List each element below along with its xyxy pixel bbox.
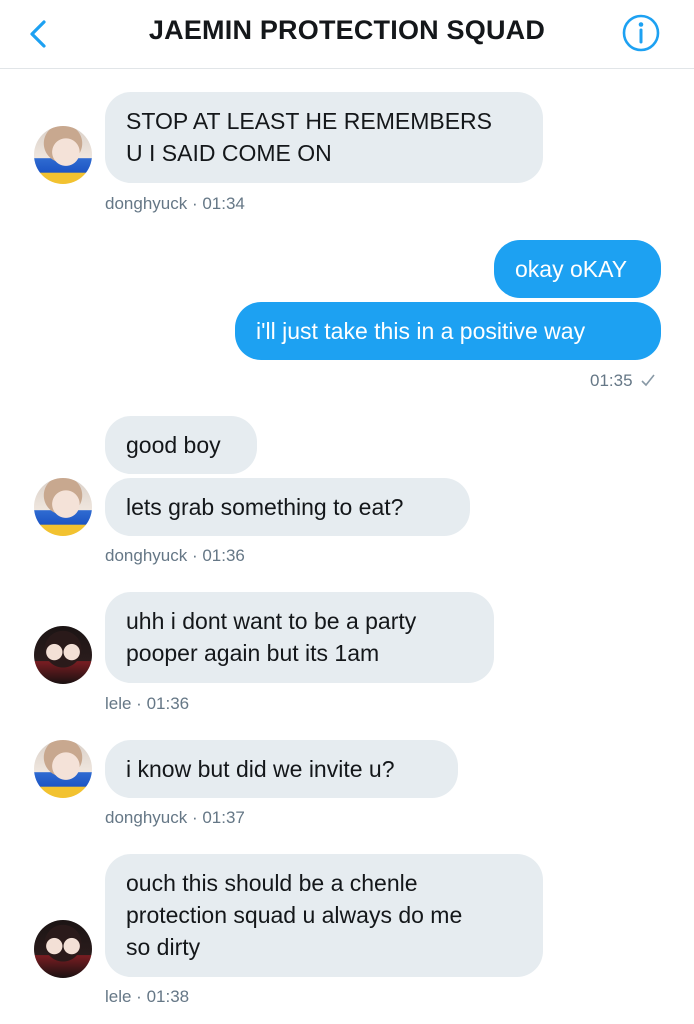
avatar-donghyuck[interactable] [34,126,92,184]
message-bubble-incoming[interactable]: STOP AT LEAST HE REMEMBERS U I SAID COME… [105,92,543,183]
avatar-donghyuck[interactable] [34,740,92,798]
message-bubble-incoming[interactable]: i know but did we invite u? [105,740,458,798]
message-meta: donghyuck · 01:34 [105,194,245,213]
avatar-donghyuck[interactable] [34,478,92,536]
avatar-lele[interactable] [34,626,92,684]
message-meta: lele · 01:36 [105,694,190,713]
message-bubble-incoming[interactable]: ouch this should be a chenle protection … [105,854,543,977]
message-bubble-incoming[interactable]: good boy [105,416,257,474]
conversation-header: JAEMIN PROTECTION SQUAD [0,0,694,69]
conversation-title: JAEMIN PROTECTION SQUAD [148,15,546,45]
checkmark-icon [641,374,655,387]
message-meta: lele · 01:38 [105,987,190,1006]
message-meta: donghyuck · 01:36 [105,546,245,565]
message-bubble-incoming[interactable]: uhh i dont want to be a party pooper aga… [105,592,494,683]
message-meta: 01:35 [590,371,656,391]
info-button[interactable] [620,12,662,54]
message-time: 01:35 [590,371,633,390]
message-bubble-incoming[interactable]: lets grab something to eat? [105,478,470,536]
avatar-lele[interactable] [34,920,92,978]
message-bubble-outgoing[interactable]: okay oKAY [494,240,661,298]
info-icon [622,14,660,52]
message-meta: donghyuck · 01:37 [105,808,245,827]
message-bubble-outgoing[interactable]: i'll just take this in a positive way [235,302,661,360]
